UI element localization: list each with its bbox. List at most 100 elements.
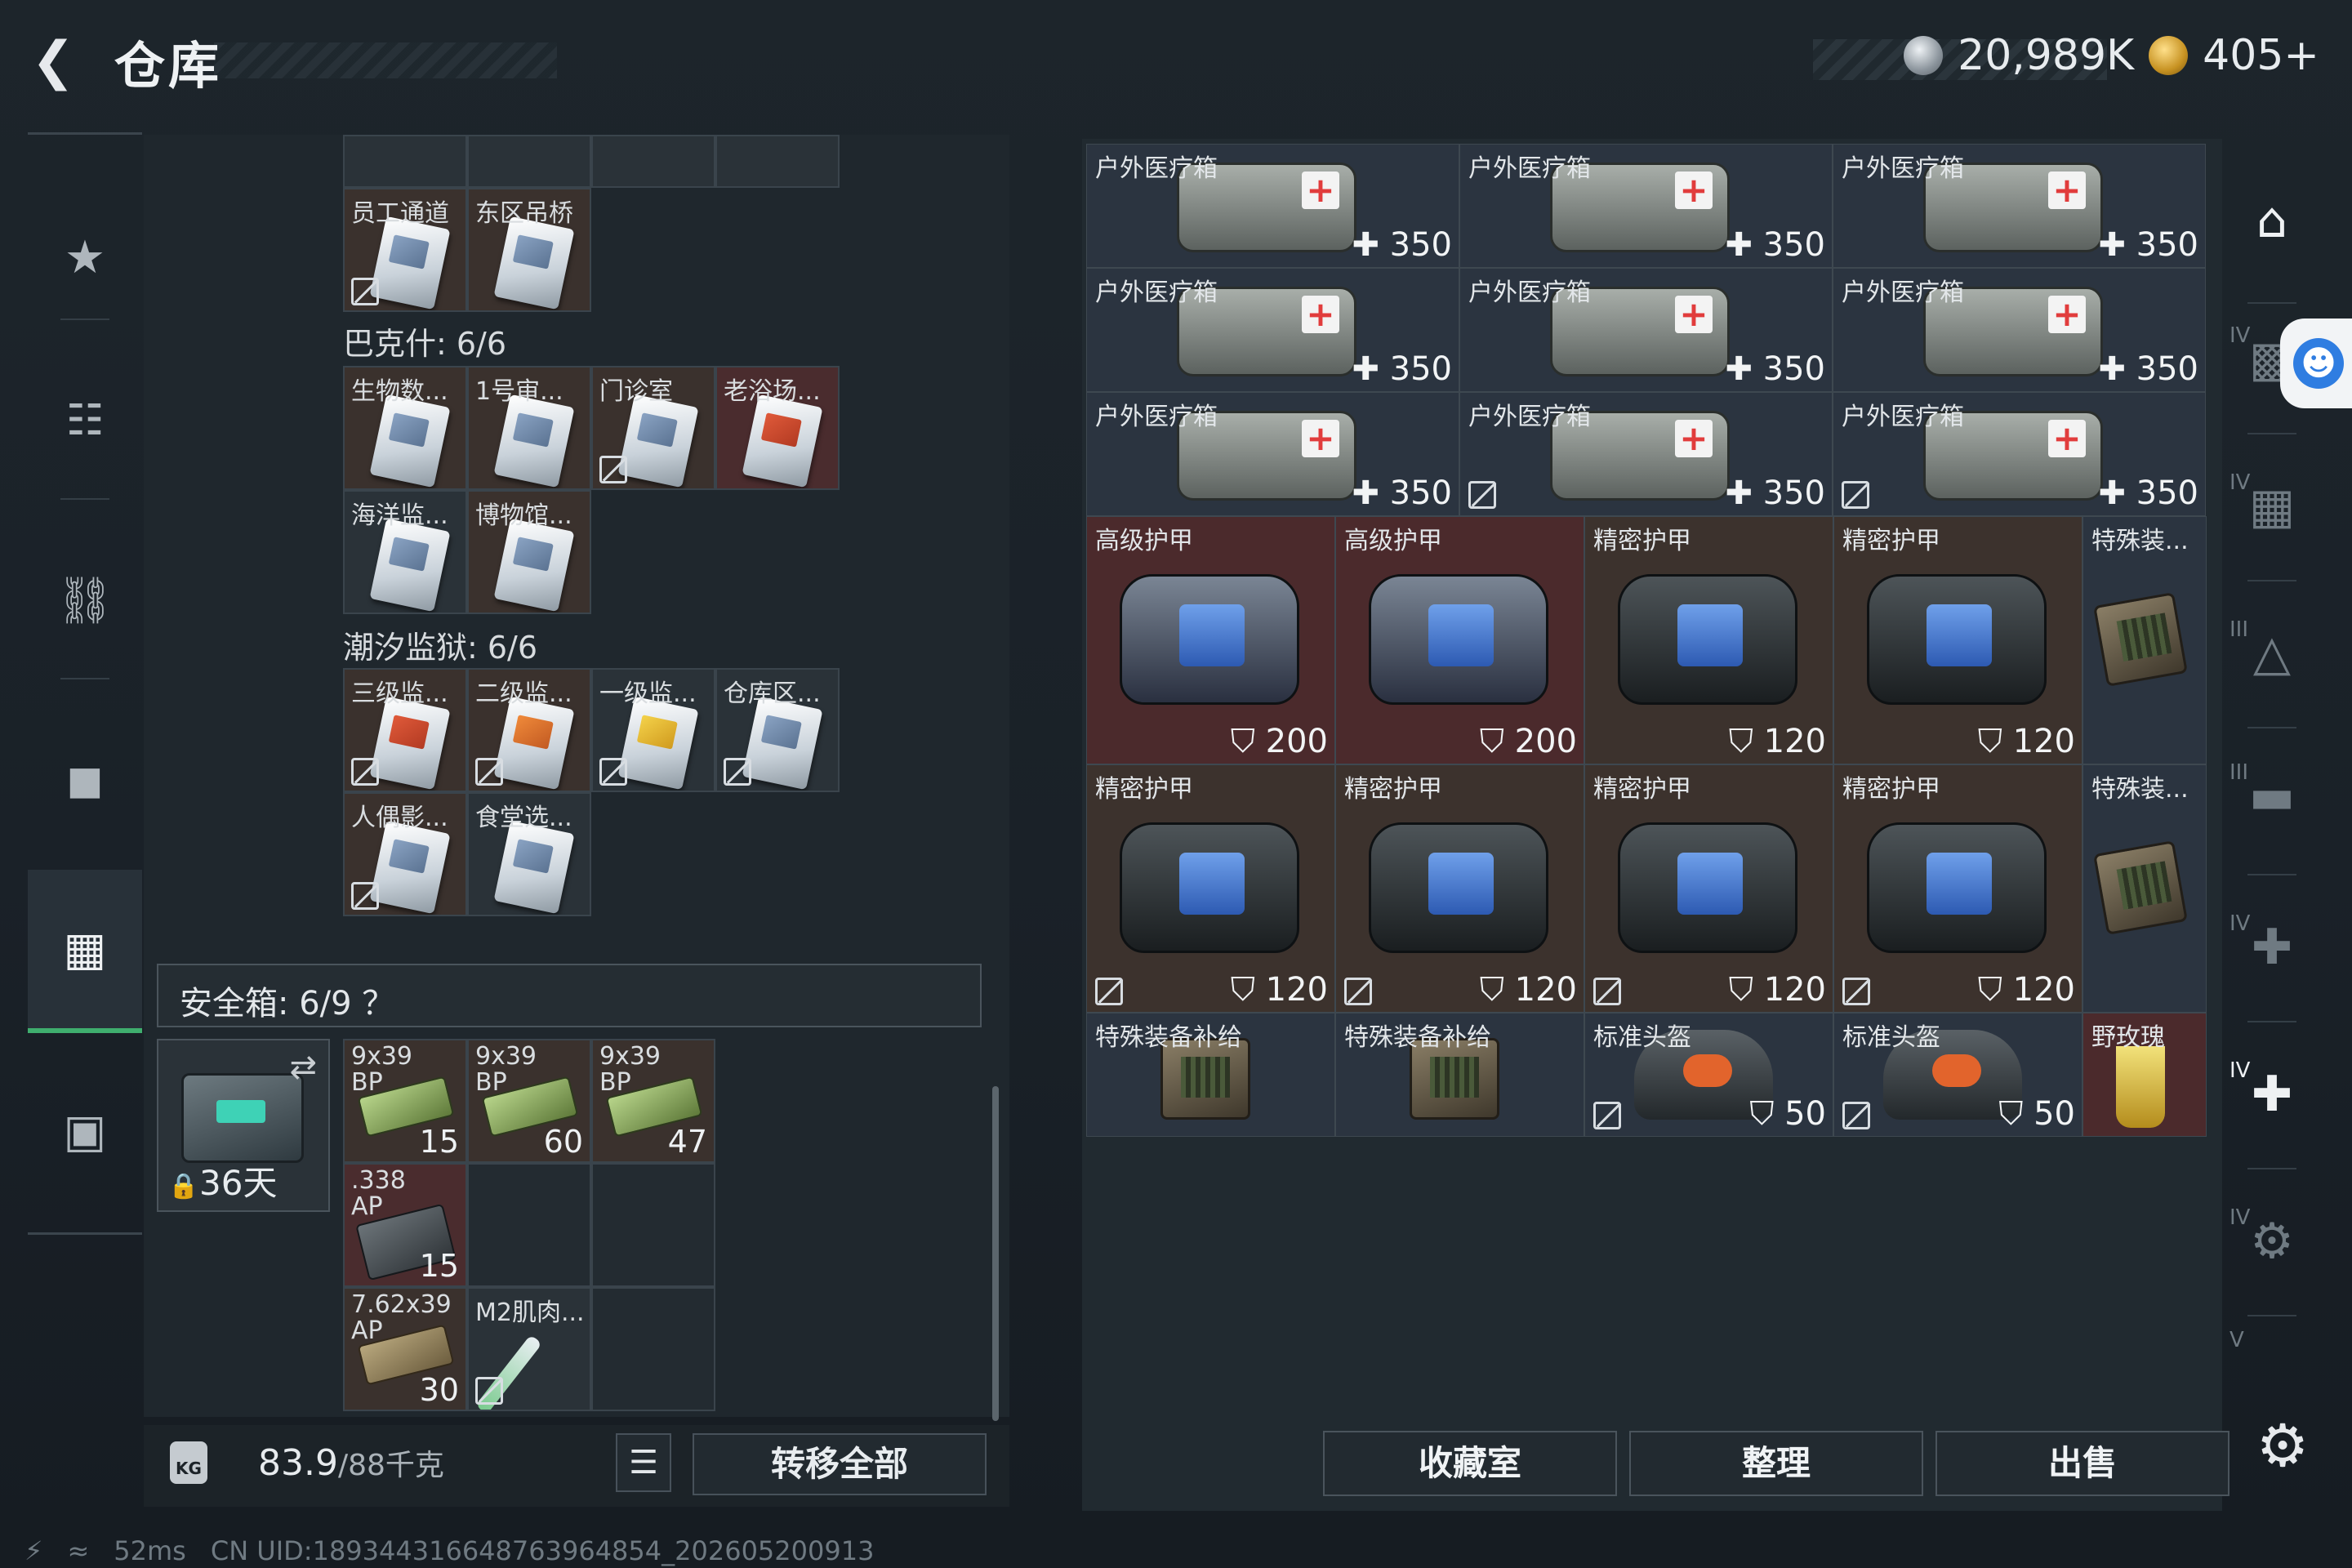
empty-slot[interactable] xyxy=(591,1163,715,1287)
empty-slot[interactable] xyxy=(467,1163,591,1287)
keycard-label: 一级监... xyxy=(599,679,697,708)
nav-divider xyxy=(60,678,109,679)
keycard-slot[interactable]: 生物数... xyxy=(343,366,467,490)
back-arrow-icon[interactable]: ❮ xyxy=(24,31,82,91)
keycard-slot[interactable]: 三级监... xyxy=(343,668,467,792)
list-view-button[interactable]: ☰ xyxy=(616,1433,671,1492)
armor-slot[interactable]: 精密护甲 ⛉ 120 xyxy=(1833,764,2082,1013)
keycard-slot[interactable]: 老浴场... xyxy=(715,366,840,490)
safe-box-header[interactable]: 安全箱: 6/9 ？ xyxy=(157,964,982,1027)
item-label: 特殊装... xyxy=(2091,527,2189,555)
keycard-icon xyxy=(369,394,451,488)
briefcase-tab-icon[interactable]: ▣ xyxy=(28,1049,142,1213)
ammo-count: 15 xyxy=(419,1248,459,1284)
drink-slot[interactable]: 野玫瑰 xyxy=(2082,1013,2207,1137)
swap-icon[interactable]: ⇄ xyxy=(289,1049,317,1086)
keycard-slot[interactable]: 博物馆... xyxy=(467,490,591,614)
armor-slot[interactable]: 精密护甲 ⛉ 120 xyxy=(1833,516,2082,764)
item-durability: ⛉ 200 xyxy=(1479,723,1577,760)
page-title: 仓库 xyxy=(114,36,223,96)
keycard-label: 博物馆... xyxy=(475,501,572,530)
ammo-count: 47 xyxy=(667,1124,707,1160)
collection-room-button[interactable]: 收藏室 xyxy=(1323,1431,1617,1496)
empty-slot[interactable] xyxy=(591,1287,715,1411)
gold-amount: 405+ xyxy=(2203,31,2319,80)
settings-gear-icon[interactable]: ⚙ xyxy=(2250,1413,2315,1478)
armor-slot[interactable]: 精密护甲 ⛉ 120 xyxy=(1584,764,1833,1013)
injector-slot[interactable]: M2肌肉... xyxy=(467,1287,591,1411)
medkit-slot[interactable]: 户外医疗箱 ✚ 350 xyxy=(1086,268,1459,392)
special-supply-slot[interactable]: 特殊装... xyxy=(2082,516,2207,764)
safe-case-tab-icon[interactable]: ▦ xyxy=(28,870,142,1033)
medkit-slot[interactable]: 户外医疗箱 ✚ 350 xyxy=(1086,392,1459,516)
storage-tab-3-icon[interactable]: III △ xyxy=(2223,604,2321,702)
storage-tab-8-icon[interactable]: V xyxy=(2223,1315,2321,1352)
left-scrollbar[interactable] xyxy=(992,1086,999,1421)
keycard-slot[interactable] xyxy=(715,135,840,188)
keycard-slot[interactable]: 食堂选... xyxy=(467,792,591,916)
accessibility-button[interactable]: ☻ xyxy=(2280,318,2352,408)
storage-tab-5-icon[interactable]: IV ✚ xyxy=(2223,898,2321,996)
backpack-tab-icon[interactable]: ⛓ xyxy=(28,519,142,682)
medkit-slot[interactable]: 户外医疗箱 ✚ 350 xyxy=(1086,144,1459,268)
vest-tab-icon[interactable]: ☷ xyxy=(28,339,142,502)
keycard-label: 员工通道 xyxy=(351,199,449,228)
status-bar: ⚡ ≈ 52ms CN UID:189344316648763964854_20… xyxy=(24,1535,874,1566)
keycard-slot[interactable] xyxy=(591,135,715,188)
medkit-slot[interactable]: 户外医疗箱 ✚ 350 xyxy=(1833,268,2206,392)
armor-slot[interactable]: 高级护甲 ⛉ 200 xyxy=(1086,516,1335,764)
safe-box-container[interactable]: ⇄ 🔒 36天 xyxy=(157,1039,330,1212)
item-durability: ✚ 350 xyxy=(1352,350,1452,388)
medkit-slot[interactable]: 户外医疗箱 ✚ 350 xyxy=(1459,144,1833,268)
item-durability: ✚ 350 xyxy=(2098,350,2198,388)
storage-tab-4-icon[interactable]: III ▬ xyxy=(2223,747,2321,845)
keycard-slot[interactable]: 一级监... xyxy=(591,668,715,792)
ammo-slot[interactable]: 9x39 BP 47 xyxy=(591,1039,715,1163)
keycard-slot[interactable]: 东区吊桥 xyxy=(467,188,591,312)
ammo-slot[interactable]: 9x39 BP 15 xyxy=(343,1039,467,1163)
ammo-slot[interactable]: 9x39 BP 60 xyxy=(467,1039,591,1163)
crate-icon xyxy=(2093,840,2188,935)
armor-slot[interactable]: 精密护甲 ⛉ 120 xyxy=(1335,764,1584,1013)
helmet-slot[interactable]: 标准头盔 ⛉ 50 xyxy=(1584,1013,1833,1137)
no-insurance-icon xyxy=(599,456,627,483)
supply-crate-slot[interactable]: 特殊装备补给 xyxy=(1086,1013,1335,1137)
medkit-slot[interactable]: 户外医疗箱 ✚ 350 xyxy=(1833,144,2206,268)
ammo-slot[interactable]: .338 AP 15 xyxy=(343,1163,467,1287)
medkit-slot[interactable]: 户外医疗箱 ✚ 350 xyxy=(1833,392,2206,516)
special-supply-slot[interactable]: 特殊装... xyxy=(2082,764,2207,1013)
item-label: 户外医疗箱 xyxy=(1468,154,1591,183)
keycard-slot[interactable] xyxy=(343,135,467,188)
ammo-slot[interactable]: 7.62x39 AP 30 xyxy=(343,1287,467,1411)
keycard-slot[interactable]: 1号审... xyxy=(467,366,591,490)
supply-crate-slot[interactable]: 特殊装备补给 xyxy=(1335,1013,1584,1137)
medkit-slot[interactable]: 户外医疗箱 ✚ 350 xyxy=(1459,392,1833,516)
bag-tab-icon[interactable]: ◼ xyxy=(28,698,142,862)
medkit-slot[interactable]: 户外医疗箱 ✚ 350 xyxy=(1459,268,1833,392)
storage-tab-2-icon[interactable]: IV ▦ xyxy=(2223,457,2321,555)
keycard-slot[interactable]: 海洋监... xyxy=(343,490,467,614)
armor-slot[interactable]: 高级护甲 ⛉ 200 xyxy=(1335,516,1584,764)
keycard-slot[interactable]: 人偶影... xyxy=(343,792,467,916)
storage-tab-6-icon[interactable]: IV ✚ xyxy=(2223,1045,2321,1143)
keycard-label: 东区吊桥 xyxy=(475,199,573,228)
transfer-all-button[interactable]: 转移全部 xyxy=(693,1433,987,1495)
armor-slot[interactable]: 精密护甲 ⛉ 120 xyxy=(1086,764,1335,1013)
nav-divider xyxy=(60,318,109,320)
keycard-slot[interactable]: 仓库区... xyxy=(715,668,840,792)
keycard-slot[interactable]: 二级监... xyxy=(467,668,591,792)
item-label: 户外医疗箱 xyxy=(1842,278,1964,307)
nav-divider xyxy=(2247,727,2296,728)
weapon-tab-icon[interactable]: ★ xyxy=(28,176,142,339)
helmet-slot[interactable]: 标准头盔 ⛉ 50 xyxy=(1833,1013,2082,1137)
keycard-slot[interactable]: 员工通道 xyxy=(343,188,467,312)
no-insurance-icon xyxy=(1095,978,1123,1005)
storage-tab-7-icon[interactable]: IV ⚙ xyxy=(2223,1192,2321,1290)
weight-bar: KG 83.9/88千克 ☰ 转移全部 xyxy=(144,1425,1009,1507)
keycard-slot[interactable]: 门诊室 xyxy=(591,366,715,490)
sort-button[interactable]: 整理 xyxy=(1629,1431,1923,1496)
sell-button[interactable]: 出售 xyxy=(1936,1431,2230,1496)
armor-slot[interactable]: 精密护甲 ⛉ 120 xyxy=(1584,516,1833,764)
home-safe-icon[interactable]: ⌂ xyxy=(2223,172,2321,270)
keycard-slot[interactable] xyxy=(467,135,591,188)
